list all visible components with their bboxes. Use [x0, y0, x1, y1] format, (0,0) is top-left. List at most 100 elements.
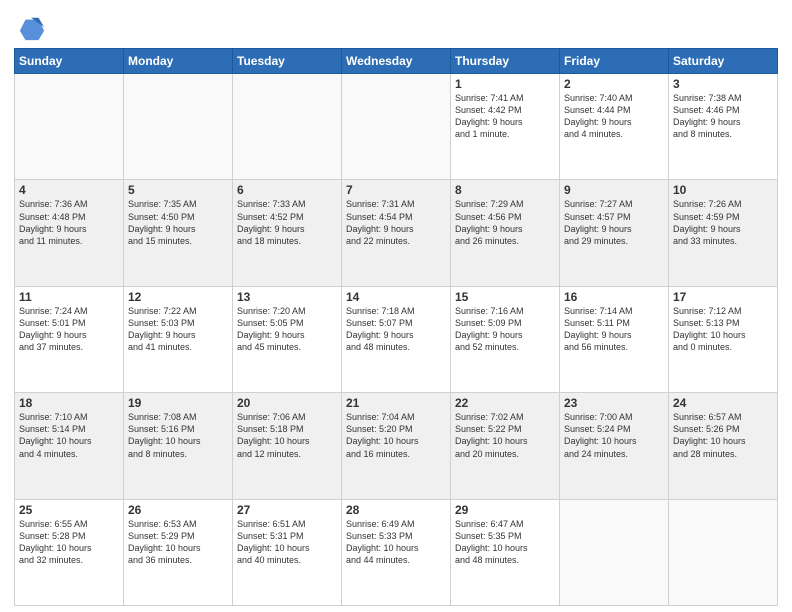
day-cell: 10Sunrise: 7:26 AM Sunset: 4:59 PM Dayli… [669, 180, 778, 286]
day-number: 2 [564, 77, 664, 91]
calendar-table: SundayMondayTuesdayWednesdayThursdayFrid… [14, 48, 778, 606]
day-cell: 13Sunrise: 7:20 AM Sunset: 5:05 PM Dayli… [233, 286, 342, 392]
day-info: Sunrise: 7:38 AM Sunset: 4:46 PM Dayligh… [673, 92, 773, 141]
day-cell: 1Sunrise: 7:41 AM Sunset: 4:42 PM Daylig… [451, 74, 560, 180]
day-info: Sunrise: 6:49 AM Sunset: 5:33 PM Dayligh… [346, 518, 446, 567]
page: SundayMondayTuesdayWednesdayThursdayFrid… [0, 0, 792, 612]
week-row-5: 25Sunrise: 6:55 AM Sunset: 5:28 PM Dayli… [15, 499, 778, 605]
day-number: 7 [346, 183, 446, 197]
day-cell: 23Sunrise: 7:00 AM Sunset: 5:24 PM Dayli… [560, 393, 669, 499]
day-number: 16 [564, 290, 664, 304]
day-cell: 2Sunrise: 7:40 AM Sunset: 4:44 PM Daylig… [560, 74, 669, 180]
day-cell: 14Sunrise: 7:18 AM Sunset: 5:07 PM Dayli… [342, 286, 451, 392]
day-info: Sunrise: 7:35 AM Sunset: 4:50 PM Dayligh… [128, 198, 228, 247]
day-number: 20 [237, 396, 337, 410]
day-number: 14 [346, 290, 446, 304]
day-header-tuesday: Tuesday [233, 49, 342, 74]
day-cell [233, 74, 342, 180]
day-cell: 25Sunrise: 6:55 AM Sunset: 5:28 PM Dayli… [15, 499, 124, 605]
day-info: Sunrise: 7:16 AM Sunset: 5:09 PM Dayligh… [455, 305, 555, 354]
day-cell: 19Sunrise: 7:08 AM Sunset: 5:16 PM Dayli… [124, 393, 233, 499]
week-row-4: 18Sunrise: 7:10 AM Sunset: 5:14 PM Dayli… [15, 393, 778, 499]
day-number: 8 [455, 183, 555, 197]
day-cell: 9Sunrise: 7:27 AM Sunset: 4:57 PM Daylig… [560, 180, 669, 286]
week-row-3: 11Sunrise: 7:24 AM Sunset: 5:01 PM Dayli… [15, 286, 778, 392]
day-info: Sunrise: 7:06 AM Sunset: 5:18 PM Dayligh… [237, 411, 337, 460]
day-number: 19 [128, 396, 228, 410]
day-info: Sunrise: 7:33 AM Sunset: 4:52 PM Dayligh… [237, 198, 337, 247]
day-cell: 8Sunrise: 7:29 AM Sunset: 4:56 PM Daylig… [451, 180, 560, 286]
day-info: Sunrise: 6:51 AM Sunset: 5:31 PM Dayligh… [237, 518, 337, 567]
day-cell [342, 74, 451, 180]
day-number: 23 [564, 396, 664, 410]
day-info: Sunrise: 7:10 AM Sunset: 5:14 PM Dayligh… [19, 411, 119, 460]
day-number: 11 [19, 290, 119, 304]
day-info: Sunrise: 7:18 AM Sunset: 5:07 PM Dayligh… [346, 305, 446, 354]
logo [14, 14, 46, 42]
day-cell [669, 499, 778, 605]
day-cell: 28Sunrise: 6:49 AM Sunset: 5:33 PM Dayli… [342, 499, 451, 605]
day-info: Sunrise: 6:47 AM Sunset: 5:35 PM Dayligh… [455, 518, 555, 567]
day-number: 9 [564, 183, 664, 197]
day-cell: 6Sunrise: 7:33 AM Sunset: 4:52 PM Daylig… [233, 180, 342, 286]
day-info: Sunrise: 7:26 AM Sunset: 4:59 PM Dayligh… [673, 198, 773, 247]
header [14, 10, 778, 42]
day-cell [15, 74, 124, 180]
day-cell: 20Sunrise: 7:06 AM Sunset: 5:18 PM Dayli… [233, 393, 342, 499]
day-info: Sunrise: 6:55 AM Sunset: 5:28 PM Dayligh… [19, 518, 119, 567]
week-row-2: 4Sunrise: 7:36 AM Sunset: 4:48 PM Daylig… [15, 180, 778, 286]
day-header-friday: Friday [560, 49, 669, 74]
day-number: 28 [346, 503, 446, 517]
day-header-thursday: Thursday [451, 49, 560, 74]
day-info: Sunrise: 7:40 AM Sunset: 4:44 PM Dayligh… [564, 92, 664, 141]
day-number: 4 [19, 183, 119, 197]
day-info: Sunrise: 7:20 AM Sunset: 5:05 PM Dayligh… [237, 305, 337, 354]
day-cell: 22Sunrise: 7:02 AM Sunset: 5:22 PM Dayli… [451, 393, 560, 499]
day-info: Sunrise: 7:41 AM Sunset: 4:42 PM Dayligh… [455, 92, 555, 141]
day-cell: 5Sunrise: 7:35 AM Sunset: 4:50 PM Daylig… [124, 180, 233, 286]
day-number: 13 [237, 290, 337, 304]
day-number: 12 [128, 290, 228, 304]
day-cell: 21Sunrise: 7:04 AM Sunset: 5:20 PM Dayli… [342, 393, 451, 499]
day-cell: 17Sunrise: 7:12 AM Sunset: 5:13 PM Dayli… [669, 286, 778, 392]
day-cell: 4Sunrise: 7:36 AM Sunset: 4:48 PM Daylig… [15, 180, 124, 286]
day-cell: 16Sunrise: 7:14 AM Sunset: 5:11 PM Dayli… [560, 286, 669, 392]
day-number: 5 [128, 183, 228, 197]
day-info: Sunrise: 7:27 AM Sunset: 4:57 PM Dayligh… [564, 198, 664, 247]
day-cell: 7Sunrise: 7:31 AM Sunset: 4:54 PM Daylig… [342, 180, 451, 286]
day-number: 22 [455, 396, 555, 410]
day-info: Sunrise: 6:53 AM Sunset: 5:29 PM Dayligh… [128, 518, 228, 567]
day-cell [560, 499, 669, 605]
week-row-1: 1Sunrise: 7:41 AM Sunset: 4:42 PM Daylig… [15, 74, 778, 180]
day-number: 18 [19, 396, 119, 410]
day-info: Sunrise: 7:29 AM Sunset: 4:56 PM Dayligh… [455, 198, 555, 247]
day-cell: 15Sunrise: 7:16 AM Sunset: 5:09 PM Dayli… [451, 286, 560, 392]
day-number: 27 [237, 503, 337, 517]
day-cell: 29Sunrise: 6:47 AM Sunset: 5:35 PM Dayli… [451, 499, 560, 605]
day-info: Sunrise: 7:04 AM Sunset: 5:20 PM Dayligh… [346, 411, 446, 460]
day-header-sunday: Sunday [15, 49, 124, 74]
day-info: Sunrise: 7:14 AM Sunset: 5:11 PM Dayligh… [564, 305, 664, 354]
day-info: Sunrise: 7:08 AM Sunset: 5:16 PM Dayligh… [128, 411, 228, 460]
day-info: Sunrise: 7:36 AM Sunset: 4:48 PM Dayligh… [19, 198, 119, 247]
day-number: 21 [346, 396, 446, 410]
day-cell: 18Sunrise: 7:10 AM Sunset: 5:14 PM Dayli… [15, 393, 124, 499]
calendar-header-row: SundayMondayTuesdayWednesdayThursdayFrid… [15, 49, 778, 74]
day-info: Sunrise: 7:00 AM Sunset: 5:24 PM Dayligh… [564, 411, 664, 460]
day-info: Sunrise: 7:31 AM Sunset: 4:54 PM Dayligh… [346, 198, 446, 247]
day-cell: 26Sunrise: 6:53 AM Sunset: 5:29 PM Dayli… [124, 499, 233, 605]
day-info: Sunrise: 6:57 AM Sunset: 5:26 PM Dayligh… [673, 411, 773, 460]
day-number: 15 [455, 290, 555, 304]
day-info: Sunrise: 7:22 AM Sunset: 5:03 PM Dayligh… [128, 305, 228, 354]
day-number: 6 [237, 183, 337, 197]
day-cell: 27Sunrise: 6:51 AM Sunset: 5:31 PM Dayli… [233, 499, 342, 605]
day-header-saturday: Saturday [669, 49, 778, 74]
day-info: Sunrise: 7:12 AM Sunset: 5:13 PM Dayligh… [673, 305, 773, 354]
day-number: 3 [673, 77, 773, 91]
day-cell: 12Sunrise: 7:22 AM Sunset: 5:03 PM Dayli… [124, 286, 233, 392]
day-cell: 11Sunrise: 7:24 AM Sunset: 5:01 PM Dayli… [15, 286, 124, 392]
day-number: 25 [19, 503, 119, 517]
day-number: 24 [673, 396, 773, 410]
day-number: 17 [673, 290, 773, 304]
logo-icon [18, 14, 46, 42]
